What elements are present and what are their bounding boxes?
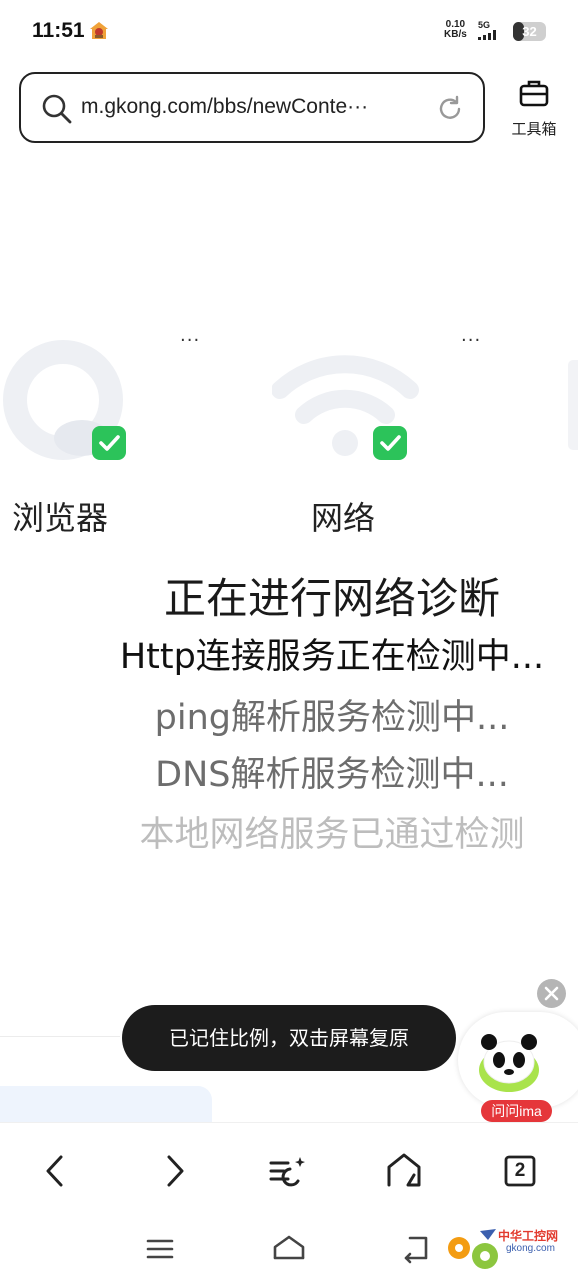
browser-dots: ··· <box>180 330 201 351</box>
toolbox-label: 工具箱 <box>511 120 557 138</box>
watermark-title: 中华工控网 <box>498 1229 559 1243</box>
diagnosis-line-local: 本地网络服务已通过检测 <box>139 815 525 855</box>
reload-icon[interactable] <box>435 94 465 124</box>
forward-icon[interactable] <box>154 1151 194 1191</box>
signal-icon <box>478 30 496 40</box>
toolbox-button[interactable]: 工具箱 <box>506 78 562 144</box>
next-item-peek <box>568 360 578 450</box>
close-icon[interactable] <box>537 979 566 1008</box>
zoom-toast: 已记住比例，双击屏幕复原 <box>122 1005 456 1071</box>
browser-logo-icon <box>3 340 123 460</box>
gear-logo-icon <box>448 1229 498 1269</box>
url-text[interactable]: m.gkong.com/bbs/newConte··· <box>81 95 411 119</box>
ima-label[interactable]: 问问ima <box>481 1100 552 1122</box>
network-dots: ··· <box>461 330 482 351</box>
ai-menu-icon[interactable] <box>268 1151 308 1191</box>
network-speed: 0.10 KB/s <box>444 20 467 40</box>
battery-icon: 32 <box>513 22 546 41</box>
tabs-button[interactable]: 2 <box>500 1151 540 1191</box>
app-notification-icon <box>90 22 108 39</box>
watermark-site: gkong.com <box>506 1243 555 1254</box>
status-bar: 11:51 0.10 KB/s 5G 32 <box>0 0 578 62</box>
system-home-icon[interactable] <box>269 1230 309 1266</box>
system-back-icon[interactable] <box>396 1230 436 1266</box>
page-divider <box>0 1036 120 1037</box>
panda-icon[interactable] <box>474 1024 544 1094</box>
tab-count: 2 <box>514 1160 526 1181</box>
page-content-card <box>0 1086 212 1126</box>
search-icon[interactable] <box>41 93 73 125</box>
diagnosis-line-ping: ping解析服务检测中... <box>154 698 510 738</box>
address-bar[interactable]: m.gkong.com/bbs/newConte··· <box>19 72 485 143</box>
status-time: 11:51 <box>32 19 85 42</box>
network-label: 网络 <box>311 499 376 537</box>
bottom-toolbar: 2 <box>0 1122 578 1218</box>
home-icon[interactable] <box>384 1151 424 1191</box>
diagnosis-line-http: Http连接服务正在检测中... <box>119 637 545 677</box>
check-icon <box>373 426 407 460</box>
browser-label: 浏览器 <box>12 499 109 537</box>
net-speed-unit: KB/s <box>444 29 467 40</box>
ima-close-button[interactable] <box>537 979 566 1008</box>
back-icon[interactable] <box>36 1151 76 1191</box>
diagnosis-title: 正在进行网络诊断 <box>163 574 500 623</box>
toolbox-icon <box>519 80 549 107</box>
check-icon <box>92 426 126 460</box>
battery-level: 32 <box>522 24 537 39</box>
network-type: 5G <box>478 20 491 30</box>
diagnosis-line-dns: DNS解析服务检测中... <box>155 755 509 795</box>
gkong-watermark: 中华工控网 gkong.com <box>442 1222 578 1280</box>
recent-apps-icon[interactable] <box>140 1230 180 1266</box>
